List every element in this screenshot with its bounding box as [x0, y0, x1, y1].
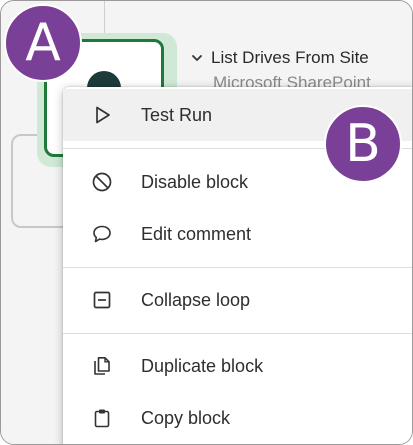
disable-icon [91, 171, 113, 193]
clipboard-icon [91, 407, 113, 429]
comment-icon [91, 223, 113, 245]
menu-item-edit-comment[interactable]: Edit comment [63, 208, 412, 260]
screenshot-frame: List Drives From Site Microsoft SharePoi… [0, 0, 413, 445]
menu-divider [63, 267, 412, 268]
duplicate-icon [91, 355, 113, 377]
callout-badge-a: A [4, 4, 82, 82]
menu-item-label: Disable block [141, 171, 249, 192]
menu-item-copy-block[interactable]: Copy block [63, 392, 412, 444]
play-icon [91, 104, 113, 126]
menu-item-label: Test Run [141, 104, 213, 125]
block-title-row[interactable]: List Drives From Site [191, 48, 369, 68]
callout-badge-b: B [324, 105, 402, 183]
menu-item-label: Edit comment [141, 223, 252, 244]
menu-item-label: Collapse loop [141, 289, 251, 310]
collapse-icon [91, 289, 113, 311]
block-title: List Drives From Site [211, 48, 369, 67]
menu-item-label: Duplicate block [141, 355, 264, 376]
menu-item-collapse-loop[interactable]: Collapse loop [63, 274, 412, 326]
menu-item-duplicate-block[interactable]: Duplicate block [63, 340, 412, 392]
menu-divider [63, 333, 412, 334]
chevron-down-icon [192, 55, 202, 61]
menu-item-label: Copy block [141, 407, 231, 428]
